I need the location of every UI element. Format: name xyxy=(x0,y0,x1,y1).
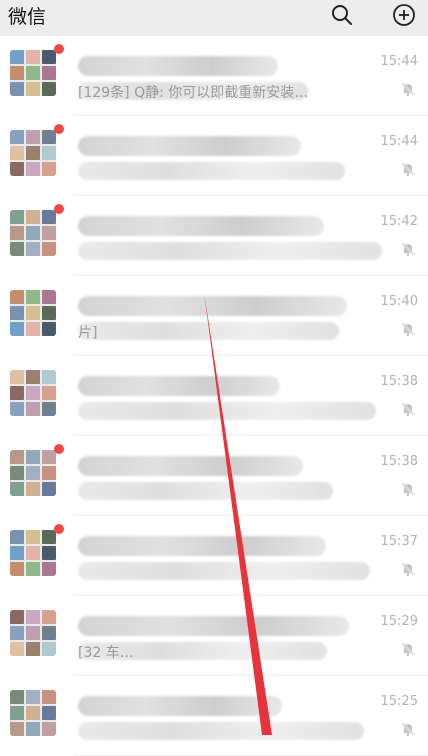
blurred-chat-name xyxy=(78,136,301,156)
muted-bell-icon xyxy=(401,562,415,576)
chat-time: 15:38 xyxy=(380,454,418,469)
chat-list-item[interactable]: [32 车… 15:29 xyxy=(0,596,428,676)
blurred-preview xyxy=(78,162,345,180)
blurred-preview xyxy=(78,402,376,420)
muted-bell-icon xyxy=(401,242,415,256)
blurred-chat-name xyxy=(78,696,282,716)
message-preview: 片] xyxy=(78,325,98,341)
chat-time: 15:44 xyxy=(380,134,418,149)
chat-list-item[interactable]: 15:44 xyxy=(0,116,428,196)
unread-badge xyxy=(54,204,64,214)
blurred-preview xyxy=(78,482,333,500)
group-avatar xyxy=(10,370,56,416)
chat-time: 15:40 xyxy=(380,294,418,309)
group-avatar xyxy=(10,210,56,256)
group-avatar xyxy=(10,610,56,656)
blurred-preview xyxy=(78,722,364,740)
unread-badge xyxy=(54,444,64,454)
muted-bell-icon xyxy=(401,642,415,656)
search-icon[interactable] xyxy=(330,3,354,27)
blurred-chat-name xyxy=(78,456,303,476)
chat-list-item[interactable]: 15:42 xyxy=(0,196,428,276)
muted-bell-icon xyxy=(401,162,415,176)
group-avatar xyxy=(10,530,56,576)
blurred-chat-name xyxy=(78,56,278,76)
unread-badge xyxy=(54,124,64,134)
unread-badge xyxy=(54,524,64,534)
page-title: 微信 xyxy=(8,6,47,28)
muted-bell-icon xyxy=(401,82,415,96)
muted-bell-icon xyxy=(401,322,415,336)
message-preview: [32 车… xyxy=(78,645,134,661)
group-avatar xyxy=(10,50,56,96)
chat-time: 15:38 xyxy=(380,374,418,389)
chat-list-item[interactable]: 片] 15:40 xyxy=(0,276,428,356)
unread-badge xyxy=(54,44,64,54)
blurred-chat-name xyxy=(78,616,349,636)
blurred-preview xyxy=(78,322,339,340)
blurred-chat-name xyxy=(78,296,347,316)
blurred-chat-name xyxy=(78,376,280,396)
top-bar: 微信 xyxy=(0,0,428,36)
message-preview: [129条] Q静: 你可以即截重新安装… xyxy=(78,85,309,101)
group-avatar xyxy=(10,690,56,736)
chat-list-item[interactable]: [129条] Q静: 你可以即截重新安装… 15:44 xyxy=(0,36,428,116)
group-avatar xyxy=(10,290,56,336)
muted-bell-icon xyxy=(401,482,415,496)
blurred-preview xyxy=(78,242,382,260)
chat-list-item[interactable]: 15:38 xyxy=(0,356,428,436)
chat-time: 15:44 xyxy=(380,54,418,69)
plus-circle-icon[interactable] xyxy=(392,3,416,27)
chat-list-item[interactable]: 15:38 xyxy=(0,436,428,516)
chat-time: 15:29 xyxy=(380,614,418,629)
chat-time: 15:37 xyxy=(380,534,418,549)
blurred-chat-name xyxy=(78,216,324,236)
blurred-chat-name xyxy=(78,536,326,556)
blurred-preview xyxy=(78,562,370,580)
chat-time: 15:25 xyxy=(380,694,418,709)
muted-bell-icon xyxy=(401,402,415,416)
chat-list-item[interactable]: 15:37 xyxy=(0,516,428,596)
chat-time: 15:42 xyxy=(380,214,418,229)
chat-list-item[interactable]: 15:25 xyxy=(0,676,428,756)
group-avatar xyxy=(10,130,56,176)
chat-list: [129条] Q静: 你可以即截重新安装… 15:44 15:44 15:42 片] 15… xyxy=(0,36,428,756)
group-avatar xyxy=(10,450,56,496)
